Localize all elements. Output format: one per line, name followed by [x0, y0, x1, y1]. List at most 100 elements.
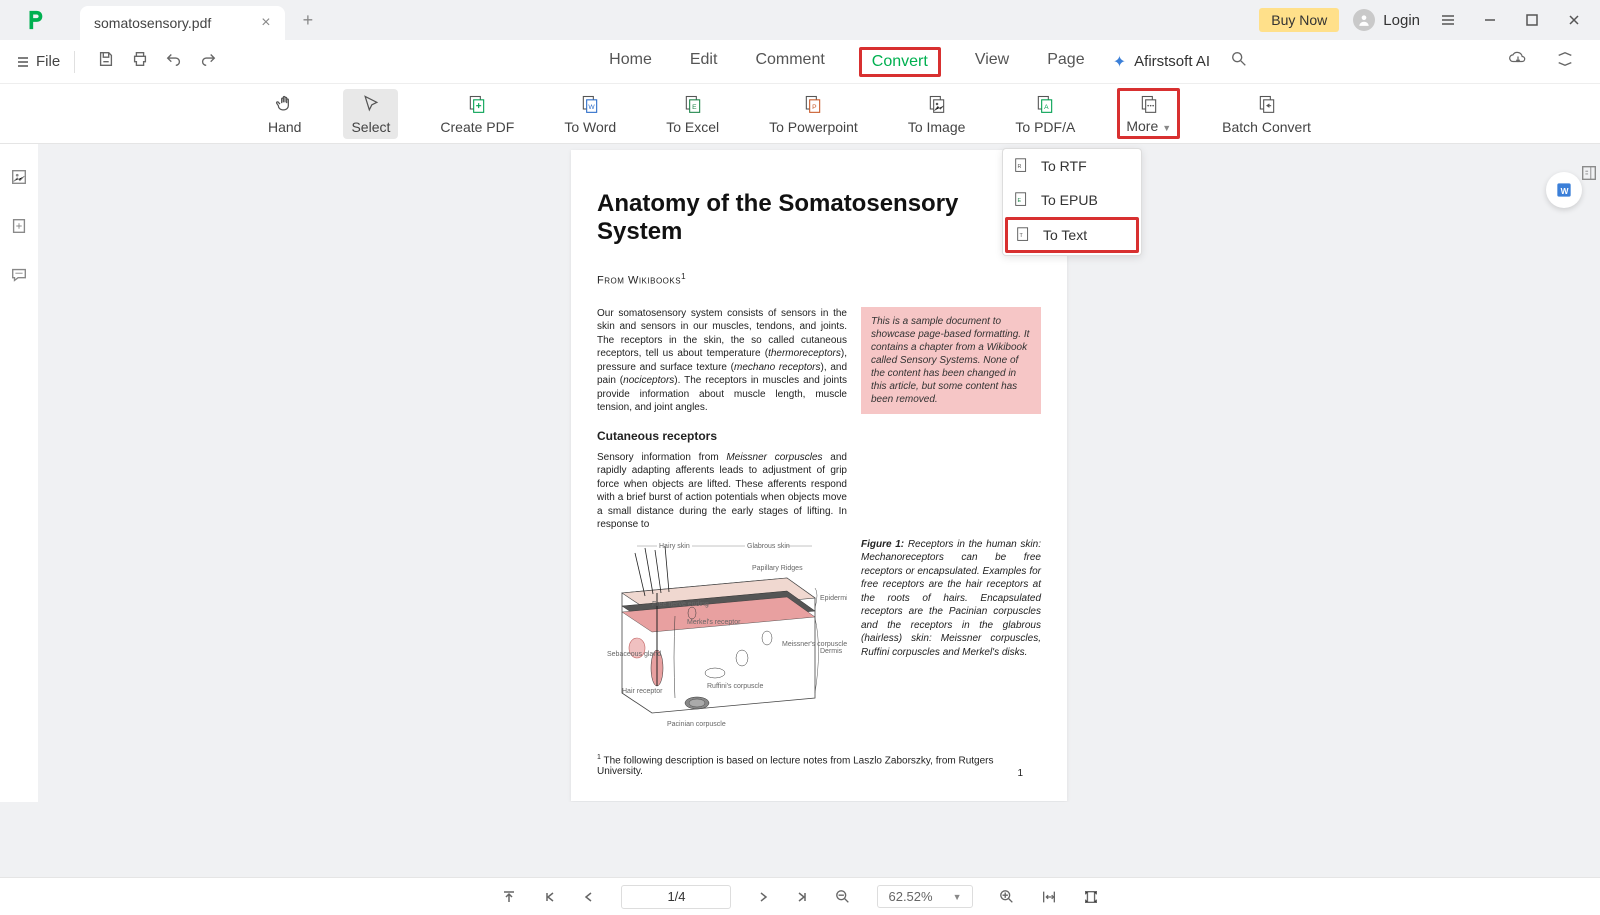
svg-text:P: P: [813, 104, 818, 111]
expand-icon[interactable]: [1556, 50, 1574, 73]
menu-comment[interactable]: Comment: [751, 47, 828, 77]
close-window-icon[interactable]: [1560, 6, 1588, 34]
page-input[interactable]: [621, 885, 731, 909]
dropdown-to-text[interactable]: T To Text: [1005, 217, 1139, 253]
first-page-icon[interactable]: [543, 890, 557, 904]
sparkle-icon: ✦: [1113, 52, 1126, 72]
tool-more[interactable]: More ▼: [1126, 118, 1171, 134]
ai-button[interactable]: ✦ Afirstsoft AI: [1113, 52, 1210, 72]
prev-page-icon[interactable]: [583, 891, 595, 903]
tool-hand-label: Hand: [268, 119, 301, 135]
svg-text:Meissner's corpuscle: Meissner's corpuscle: [782, 641, 847, 648]
chevron-down-icon: ▼: [1162, 123, 1171, 133]
svg-text:R: R: [1018, 164, 1022, 170]
skin-diagram: Hairy skin Glabrous skin Papillary Ridge…: [597, 538, 847, 738]
fit-width-icon[interactable]: [1041, 889, 1057, 905]
hamburger-menu-icon[interactable]: [1434, 6, 1462, 34]
document-viewer[interactable]: W Anatomy of the Somatosensory System Fr…: [38, 144, 1600, 802]
new-tab-button[interactable]: +: [303, 10, 314, 31]
tool-to-word[interactable]: W To Word: [556, 89, 624, 139]
statusbar: 62.52% ▼: [0, 877, 1600, 915]
fit-page-icon[interactable]: [1083, 889, 1099, 905]
thumbnail-panel-icon[interactable]: [10, 168, 28, 191]
tool-to-pdfa[interactable]: A To PDF/A: [1007, 89, 1083, 139]
last-page-icon[interactable]: [795, 890, 809, 904]
doc-source: From Wikibooks1: [597, 272, 1041, 287]
zoom-value: 62.52%: [888, 889, 932, 904]
avatar-icon: [1353, 9, 1375, 31]
footnote: 1 The following description is based on …: [597, 754, 1041, 777]
sample-note-box: This is a sample document to showcase pa…: [861, 307, 1041, 414]
buy-now-button[interactable]: Buy Now: [1259, 8, 1339, 32]
print-icon[interactable]: [131, 50, 149, 73]
paragraph-2: Sensory information from Meissner corpus…: [597, 451, 847, 532]
menu-page[interactable]: Page: [1043, 47, 1088, 77]
more-icon[interactable]: [1138, 93, 1160, 115]
svg-text:E: E: [692, 104, 697, 111]
svg-text:Papillary Ridges: Papillary Ridges: [752, 565, 803, 572]
ai-label: Afirstsoft AI: [1134, 53, 1210, 70]
dd-epub-label: To EPUB: [1041, 192, 1098, 208]
figure-caption: Figure 1: Receptors in the human skin: M…: [861, 538, 1041, 738]
tool-to-powerpoint[interactable]: P To Powerpoint: [761, 89, 866, 139]
zoom-out-icon[interactable]: [835, 889, 851, 905]
menu-edit[interactable]: Edit: [686, 47, 722, 77]
menubar: File Home Edit Comment Convert View Page…: [0, 40, 1600, 84]
svg-text:Dermis: Dermis: [820, 648, 843, 655]
zoom-in-icon[interactable]: [999, 889, 1015, 905]
close-tab-icon[interactable]: ×: [261, 14, 270, 32]
dropdown-to-epub[interactable]: E To EPUB: [1003, 183, 1141, 217]
right-panel-toggle-icon[interactable]: [1580, 164, 1598, 187]
document-tab[interactable]: somatosensory.pdf ×: [80, 6, 285, 40]
tool-to-pdfa-label: To PDF/A: [1015, 119, 1075, 135]
minimize-icon[interactable]: [1476, 6, 1504, 34]
svg-text:Glabrous skin: Glabrous skin: [747, 543, 790, 550]
tool-to-excel-label: To Excel: [666, 119, 719, 135]
to-excel-icon: E: [682, 93, 704, 115]
svg-text:Ruffini's corpuscle: Ruffini's corpuscle: [707, 683, 764, 690]
save-icon[interactable]: [97, 50, 115, 73]
tool-create-pdf[interactable]: Create PDF: [432, 89, 522, 139]
next-page-icon[interactable]: [757, 891, 769, 903]
login-button[interactable]: Login: [1353, 9, 1420, 31]
svg-text:Pacinian corpuscle: Pacinian corpuscle: [667, 721, 726, 728]
page-number: 1: [1017, 768, 1023, 779]
left-sidebar: [0, 144, 38, 802]
maximize-icon[interactable]: [1518, 6, 1546, 34]
undo-icon[interactable]: [165, 50, 183, 73]
pdf-page: Anatomy of the Somatosensory System From…: [571, 150, 1067, 801]
tool-to-word-label: To Word: [564, 119, 616, 135]
menu-view[interactable]: View: [971, 47, 1013, 77]
dd-text-label: To Text: [1043, 227, 1087, 243]
menu-home[interactable]: Home: [605, 47, 656, 77]
tool-to-image[interactable]: To Image: [900, 89, 974, 139]
tool-batch-convert[interactable]: Batch Convert: [1214, 89, 1319, 139]
dropdown-to-rtf[interactable]: R To RTF: [1003, 149, 1141, 183]
file-menu-label: File: [36, 53, 60, 70]
zoom-level[interactable]: 62.52% ▼: [877, 885, 972, 908]
file-menu[interactable]: File: [16, 53, 60, 70]
tool-hand[interactable]: Hand: [260, 89, 309, 139]
to-word-icon: W: [579, 93, 601, 115]
svg-text:Epidermis: Epidermis: [820, 595, 847, 602]
search-icon[interactable]: [1230, 50, 1248, 73]
rtf-icon: R: [1013, 157, 1031, 175]
menu-convert[interactable]: Convert: [872, 53, 928, 71]
svg-text:W: W: [1561, 186, 1569, 196]
svg-text:Hairy skin: Hairy skin: [659, 543, 690, 550]
svg-text:Free nerve ending: Free nerve ending: [652, 601, 709, 608]
more-highlight: More ▼: [1117, 88, 1180, 139]
scroll-top-icon[interactable]: [501, 889, 517, 905]
tool-to-excel[interactable]: E To Excel: [658, 89, 727, 139]
cloud-icon[interactable]: [1508, 49, 1528, 74]
redo-icon[interactable]: [199, 50, 217, 73]
tool-more-label: More: [1126, 118, 1158, 134]
word-float-button[interactable]: W: [1546, 172, 1582, 208]
epub-icon: E: [1013, 191, 1031, 209]
tab-title: somatosensory.pdf: [94, 15, 211, 31]
bookmark-panel-icon[interactable]: [10, 217, 28, 240]
comment-panel-icon[interactable]: [10, 266, 28, 289]
tool-select[interactable]: Select: [343, 89, 398, 139]
text-icon: T: [1015, 226, 1033, 244]
tool-to-image-label: To Image: [908, 119, 966, 135]
